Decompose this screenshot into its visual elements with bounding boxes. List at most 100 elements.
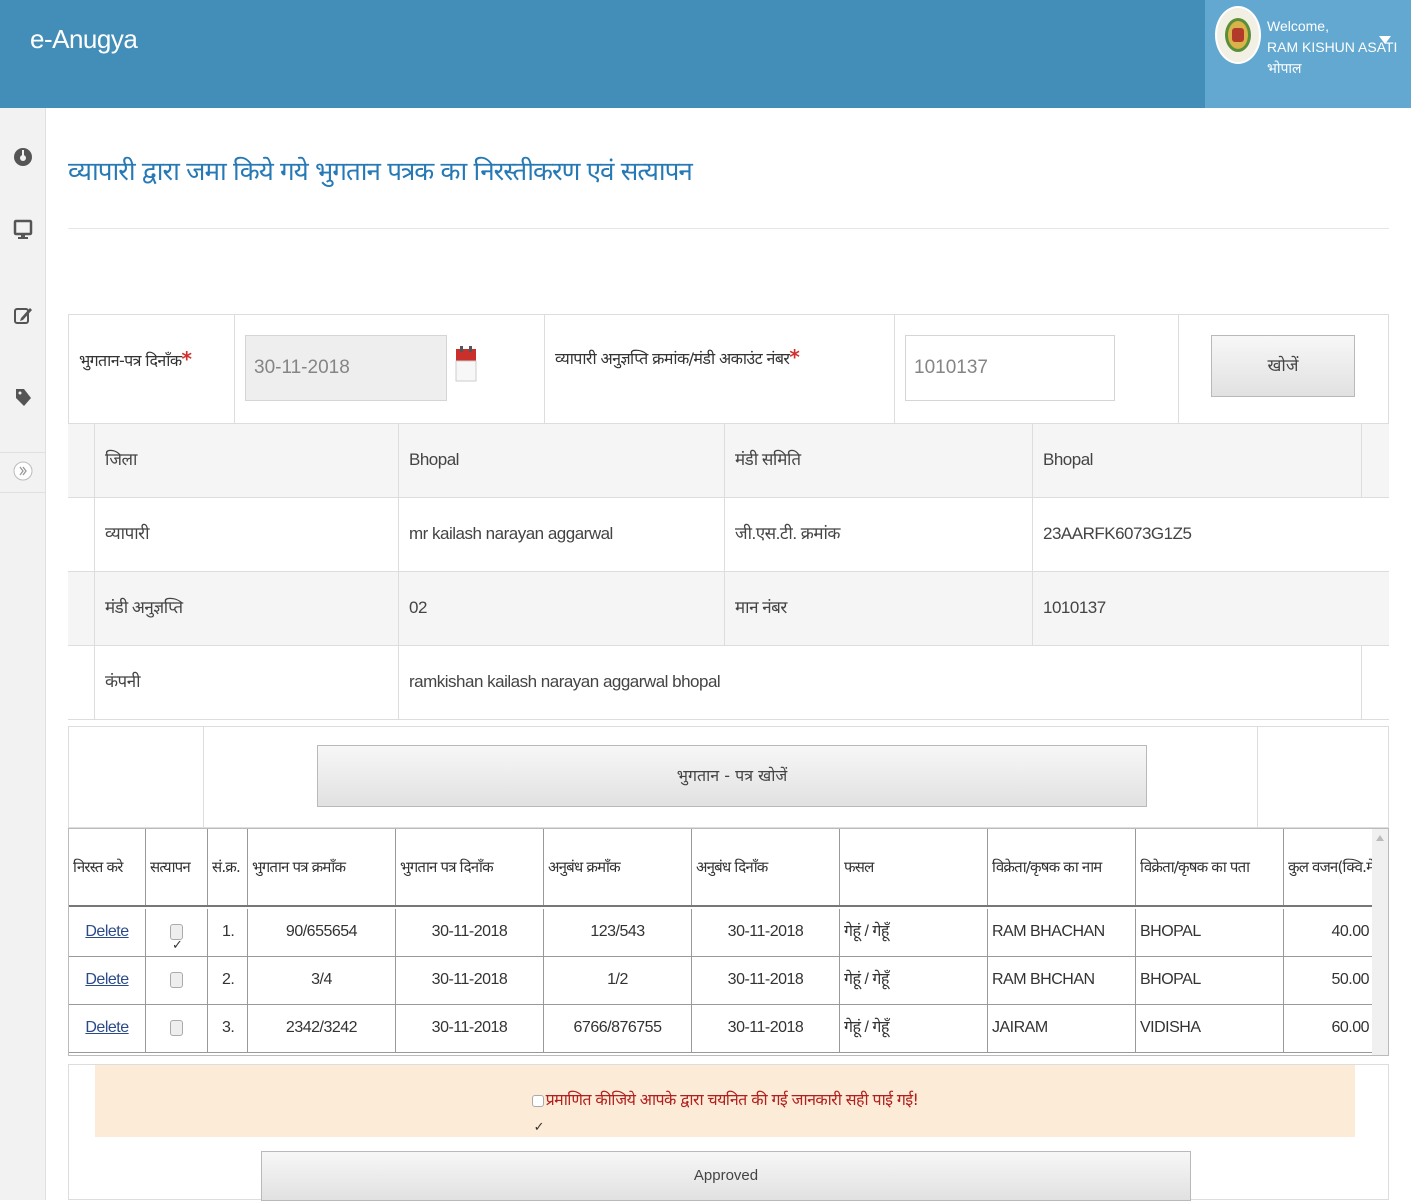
payment-search-button[interactable]: भुगतान - पत्र खोजें [317,745,1147,807]
total-weight: 50.00 [1283,957,1373,1004]
required-mark: * [789,345,800,369]
payment-number: 2342/3242 [247,1005,395,1052]
contract-number: 1/2 [543,957,691,1004]
payment-date: 30-11-2018 [395,909,543,956]
delete-link[interactable]: Delete [85,923,129,940]
required-mark: * [181,347,193,371]
sidebar [0,108,46,1200]
license-label-cell: व्यापारी अनुज्ञप्ति क्रमांक/मंडी अकाउंट … [545,315,895,423]
license-label: व्यापारी अनुज्ञप्ति क्रमांक/मंडी अकाउंट … [555,349,790,368]
column-header: अनुबंध दिनाँक [691,829,839,905]
info-label: मंडी समिति [724,424,1032,498]
verify-checkbox[interactable] [170,971,183,988]
brand-logo-text[interactable]: e-Anugya [30,24,138,55]
dashboard-icon[interactable] [12,146,34,168]
info-value: 23AARFK6073G1Z5 [1032,498,1389,572]
page-title: व्यापारी द्वारा जमा किये गये भुगतान पत्र… [68,157,693,187]
info-value: mr kailash narayan aggarwal [398,498,724,572]
info-value: ramkishan kailash narayan aggarwal bhopa… [398,646,1362,720]
user-info: Welcome, RAM KISHUN ASATI भोपाल [1267,16,1397,79]
edit-icon[interactable] [12,304,34,326]
verify-checkbox[interactable] [170,922,183,956]
info-label: मान नंबर [724,572,1032,646]
user-location: भोपाल [1267,60,1302,76]
payment-date: 30-11-2018 [395,1005,543,1052]
contract-number: 6766/876755 [543,1005,691,1052]
table-row: Delete 1. 90/655654 30-11-2018 123/543 3… [69,909,1388,957]
serial-number: 2. [207,957,247,1004]
calendar-icon[interactable] [455,345,477,385]
grid-scrollbar[interactable] [1372,829,1388,1055]
column-header: सत्यापन [145,829,207,905]
license-input-cell: 1010137 [895,315,1179,423]
seller-name: JAIRAM [987,1005,1135,1052]
seller-address: VIDISHA [1135,1005,1283,1052]
column-header: फसल [839,829,987,905]
payment-grid: निरस्त करे सत्यापन सं.क्र. भुगतान पत्र क… [68,828,1389,1056]
payment-number: 3/4 [247,957,395,1004]
info-label: मंडी अनुज्ञप्ति [94,572,398,646]
info-value: 02 [398,572,724,646]
info-label: व्यापारी [94,498,398,572]
confirmation-panel: प्रमाणित कीजिये आपके द्वारा चयनित की गई … [68,1064,1389,1201]
info-value: Bhopal [1032,424,1362,498]
column-header: भुगतान पत्र दिनाँक [395,829,543,905]
navbar: e-Anugya Welcome, RAM KISHUN ASATI भोपाल [0,0,1411,108]
caret-down-icon[interactable] [1379,36,1391,44]
info-row: व्यापारी mr kailash narayan aggarwal जी.… [68,498,1389,572]
collapse-icon[interactable] [12,460,34,482]
search-panel: भुगतान-पत्र दिनाँक* 30-11-2018 व्यापारी … [68,314,1389,424]
date-label: भुगतान-पत्र दिनाँक [79,351,182,370]
contract-date: 30-11-2018 [691,957,839,1004]
payment-date-input[interactable]: 30-11-2018 [245,335,447,401]
serial-number: 3. [207,1005,247,1052]
delete-link[interactable]: Delete [85,1019,129,1036]
info-label: जी.एस.टी. क्रमांक [724,498,1032,572]
search-button[interactable]: खोजें [1211,335,1355,397]
column-header: विक्रेता/कृषक का पता [1135,829,1283,905]
sidebar-divider [0,452,46,453]
contract-date: 30-11-2018 [691,1005,839,1052]
contract-number: 123/543 [543,909,691,956]
seller-name: RAM BHACHAN [987,909,1135,956]
tag-icon[interactable] [12,386,34,408]
payment-number: 90/655654 [247,909,395,956]
scroll-up-icon[interactable] [1376,835,1384,841]
sidebar-divider [0,492,46,493]
user-name: RAM KISHUN ASATI [1267,39,1398,55]
info-label: कंपनी [94,646,398,720]
info-row: मंडी अनुज्ञप्ति 02 मान नंबर 1010137 [68,572,1389,646]
column-header: विक्रेता/कृषक का नाम [987,829,1135,905]
title-divider [68,228,1389,229]
verify-checkbox[interactable] [170,1019,183,1036]
info-value: Bhopal [398,424,724,498]
total-weight: 60.00 [1283,1005,1373,1052]
crop: गेहूं / गेहूँ [839,957,987,1004]
column-header: अनुबंध क्रमाँक [543,829,691,905]
info-row: जिला Bhopal मंडी समिति Bhopal [68,424,1389,498]
delete-link[interactable]: Delete [85,971,129,988]
welcome-text: Welcome, [1267,18,1329,34]
table-row: Delete 3. 2342/3242 30-11-2018 6766/8767… [69,1005,1388,1053]
crop: गेहूं / गेहूँ [839,909,987,956]
user-avatar [1215,6,1261,64]
confirmation-alert: प्रमाणित कीजिये आपके द्वारा चयनित की गई … [95,1065,1355,1163]
contract-date: 30-11-2018 [691,909,839,956]
user-menu[interactable]: Welcome, RAM KISHUN ASATI भोपाल [1205,0,1411,108]
date-label-cell: भुगतान-पत्र दिनाँक* [69,315,235,423]
desktop-icon[interactable] [12,218,34,240]
seller-name: RAM BHCHAN [987,957,1135,1004]
seller-address: BHOPAL [1135,957,1283,1004]
info-label: जिला [94,424,398,498]
serial-number: 1. [207,909,247,956]
table-row: Delete 2. 3/4 30-11-2018 1/2 30-11-2018 … [69,957,1388,1005]
info-row: कंपनी ramkishan kailash narayan aggarwal… [68,646,1389,720]
column-header: निरस्त करे [73,858,123,876]
date-input-cell: 30-11-2018 [235,315,545,423]
approve-button[interactable]: Approved [261,1151,1191,1201]
total-weight: 40.00 [1283,909,1373,956]
license-number-input[interactable]: 1010137 [905,335,1115,401]
column-header: भुगतान पत्र क्रमाँक [247,829,395,905]
payment-search-panel: भुगतान - पत्र खोजें [68,726,1389,828]
confirm-checkbox[interactable] [531,1093,544,1163]
